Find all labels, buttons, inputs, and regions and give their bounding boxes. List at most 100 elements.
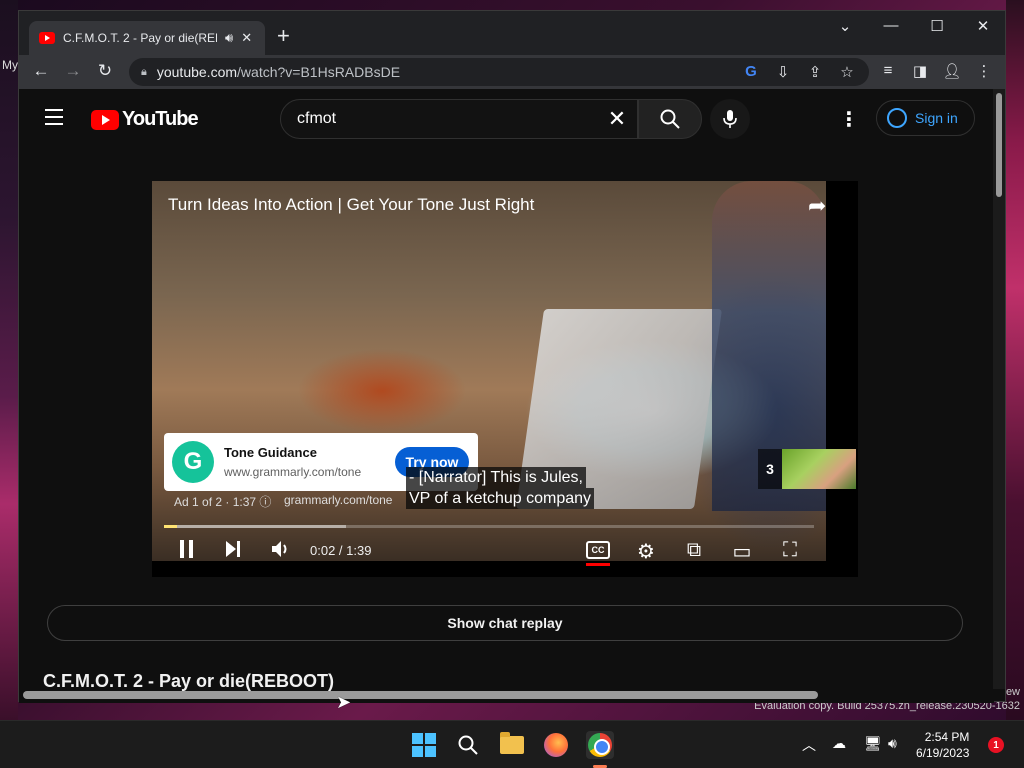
show-hidden-icons-chevron-icon[interactable]: ︿ <box>802 735 816 755</box>
desktop-edge-right <box>1006 0 1024 720</box>
desktop-edge-left: My <box>0 0 18 720</box>
firefox-button[interactable] <box>542 731 570 759</box>
notification-badge[interactable]: 1 <box>988 737 1004 753</box>
file-explorer-button[interactable] <box>498 731 526 759</box>
url-text: youtube.com/watch?v=B1HsRADBsDE <box>156 64 401 80</box>
clear-search-icon[interactable]: ✕ <box>597 106 637 132</box>
account-circle-icon <box>887 108 907 128</box>
closed-caption: - [Narrator] This is Jules, VP of a ketc… <box>406 467 595 509</box>
settings-gear-icon[interactable]: ⚙ <box>631 539 661 564</box>
maximize-button[interactable]: ☐ <box>915 17 959 35</box>
google-lens-icon[interactable]: G <box>741 63 761 80</box>
ad-counter[interactable]: Ad 1 of 2 · 1:37 ⓘ <box>174 493 271 510</box>
firefox-icon <box>544 733 568 757</box>
youtube-header: YouTube cfmot ✕ ⋮ Sign in <box>19 89 994 147</box>
theater-mode-icon[interactable]: ▭ <box>727 539 757 564</box>
menu-hamburger-icon[interactable] <box>45 109 63 130</box>
ad-domain-link[interactable]: grammarly.com/tone <box>284 493 392 507</box>
search-input[interactable]: cfmot ✕ <box>280 99 638 139</box>
chrome-button[interactable] <box>586 731 614 759</box>
pause-icon <box>180 540 193 558</box>
video-player[interactable]: Turn Ideas Into Action | Get Your Tone J… <box>152 181 858 577</box>
start-button[interactable] <box>410 731 438 759</box>
sign-in-label: Sign in <box>915 110 958 126</box>
close-window-button[interactable]: ✕ <box>961 17 1005 35</box>
scrollbar-thumb[interactable] <box>996 93 1002 197</box>
tab-title: C.F.M.O.T. 2 - Pay or die(REBOOT) <box>63 31 217 45</box>
pause-button[interactable] <box>172 539 202 565</box>
new-tab-button[interactable]: + <box>277 25 290 47</box>
caption-line: - [Narrator] This is Jules, <box>406 467 586 488</box>
clock-time: 2:54 PM <box>924 730 970 744</box>
share-page-icon[interactable]: ⇪ <box>805 63 825 81</box>
title-bar: C.F.M.O.T. 2 - Pay or die(REBOOT) 🔊︎ ✕ +… <box>19 11 1005 55</box>
settings-kebab-icon[interactable]: ⋮ <box>839 107 859 132</box>
side-panel-icon[interactable]: ◨ <box>909 62 931 80</box>
clock[interactable]: 2:54 PM 6/19/2023 <box>916 729 969 761</box>
ad-progress-bar[interactable] <box>164 525 814 528</box>
chrome-icon <box>588 733 612 757</box>
microphone-icon <box>723 110 737 128</box>
back-button[interactable]: ← <box>29 61 53 81</box>
search-icon <box>660 109 680 129</box>
close-tab-icon[interactable]: ✕ <box>241 30 252 46</box>
media-controls-icon[interactable]: ≡ <box>877 62 899 79</box>
desktop-icon-label: My <box>2 58 18 72</box>
browser-tab[interactable]: C.F.M.O.T. 2 - Pay or die(REBOOT) 🔊︎ ✕ <box>29 21 265 55</box>
address-bar[interactable]: 🔒︎ youtube.com/watch?v=B1HsRADBsDE G ⇩ ⇪… <box>129 58 869 86</box>
search-taskbar-button[interactable] <box>454 731 482 759</box>
subtitles-button[interactable]: CC <box>586 541 610 559</box>
volume-button[interactable] <box>266 539 296 565</box>
profile-icon[interactable]: 👤︎ <box>941 62 963 80</box>
volume-icon <box>272 541 287 557</box>
mouse-cursor: ➤ <box>336 692 352 712</box>
forward-button[interactable]: → <box>61 61 85 81</box>
skip-countdown: 3 <box>758 449 782 489</box>
show-chat-replay-button[interactable]: Show chat replay <box>47 605 963 641</box>
ad-text: Tone Guidance www.grammarly.com/tone <box>224 445 396 479</box>
search-button[interactable] <box>638 99 702 139</box>
volume-tray-icon[interactable]: 🔊︎ <box>888 735 897 752</box>
fullscreen-icon[interactable]: ⛶ <box>775 539 805 562</box>
taskbar: ︿ ☁ 🖥︎ 🔊︎ 2:54 PM 6/19/2023 1 <box>0 720 1024 768</box>
voice-search-button[interactable] <box>710 99 750 139</box>
windows-logo-icon <box>412 733 436 757</box>
desktop-partial-label: ew <box>1005 686 1020 698</box>
time-display: 0:02 / 1:39 <box>310 543 372 558</box>
ad-video-title[interactable]: Turn Ideas Into Action | Get Your Tone J… <box>168 195 534 215</box>
next-button[interactable] <box>218 539 248 565</box>
grammarly-logo: G <box>172 441 214 483</box>
folder-icon <box>500 732 524 754</box>
subtitles-active-indicator <box>586 563 610 566</box>
browser-menu-icon[interactable]: ⋮ <box>973 62 995 80</box>
video-title: C.F.M.O.T. 2 - Pay or die(REBOOT) <box>43 671 335 691</box>
search-icon <box>458 735 478 755</box>
reload-button[interactable]: ↻ <box>93 61 117 81</box>
ad-url: www.grammarly.com/tone <box>224 465 362 479</box>
youtube-favicon-icon <box>39 32 55 44</box>
minimize-button[interactable]: — <box>869 17 913 34</box>
bookmark-star-icon[interactable]: ☆ <box>837 63 857 81</box>
youtube-page: YouTube cfmot ✕ ⋮ Sign in Turn Ideas Int… <box>19 89 994 703</box>
cloud-offline-icon[interactable]: ☁ <box>832 735 846 752</box>
network-icon[interactable]: 🖥︎ <box>864 735 882 752</box>
sign-in-button[interactable]: Sign in <box>876 100 975 136</box>
tab-search-icon[interactable]: ⌄ <box>823 17 867 35</box>
browser-window: C.F.M.O.T. 2 - Pay or die(REBOOT) 🔊︎ ✕ +… <box>18 10 1006 703</box>
buffered-bar <box>164 525 346 528</box>
youtube-logo-text: YouTube <box>122 108 199 130</box>
clock-date: 6/19/2023 <box>916 746 970 760</box>
vertical-scrollbar[interactable] <box>993 89 1005 689</box>
search-query[interactable]: cfmot <box>297 110 597 128</box>
share-icon[interactable]: ➦ <box>808 193 826 219</box>
horizontal-scrollbar[interactable] <box>23 691 818 699</box>
skip-next-icon <box>226 541 240 557</box>
browser-toolbar: ← → ↻ 🔒︎ youtube.com/watch?v=B1HsRADBsDE… <box>19 55 1005 89</box>
youtube-logo[interactable]: YouTube <box>91 108 199 131</box>
install-app-icon[interactable]: ⇩ <box>773 63 793 81</box>
next-video-thumbnail[interactable] <box>782 449 856 489</box>
youtube-play-icon <box>91 109 119 130</box>
speaker-icon[interactable]: 🔊︎ <box>225 30 233 46</box>
miniplayer-icon[interactable]: ⧉ <box>679 539 709 562</box>
lock-icon[interactable]: 🔒︎ <box>141 66 147 79</box>
